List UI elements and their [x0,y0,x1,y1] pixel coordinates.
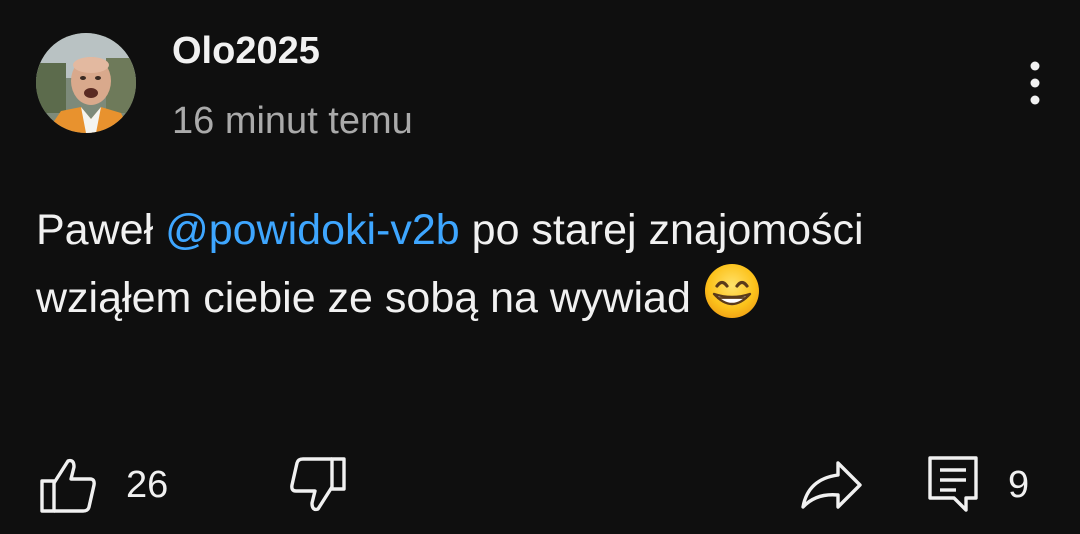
avatar-image [36,33,136,133]
avatar[interactable] [36,33,136,133]
comment-text: Paweł @powidoki-v2b po starej znajomości… [36,198,1016,330]
mention-link[interactable]: @powidoki-v2b [165,206,460,254]
reply-button[interactable] [922,452,984,514]
comment-card: Olo2025 16 minut temu Paweł @powidoki-v2… [0,0,1080,534]
like-button[interactable] [36,455,100,515]
reply-count: 9 [1008,464,1030,506]
comment-text-start: Paweł [36,206,166,254]
share-button[interactable] [798,455,864,515]
thumbs-up-icon [40,458,96,513]
like-count: 26 [126,464,169,506]
thumbs-down-icon [290,457,346,512]
grinning-face-emoji-icon [703,262,761,320]
author-name[interactable]: Olo2025 [172,30,320,73]
more-options-button[interactable] [1014,55,1056,117]
comment-timestamp: 16 minut temu [172,100,413,142]
share-arrow-icon [801,461,862,509]
more-vertical-icon [1030,61,1040,105]
dislike-button[interactable] [286,455,350,515]
reply-comment-icon [928,456,978,512]
